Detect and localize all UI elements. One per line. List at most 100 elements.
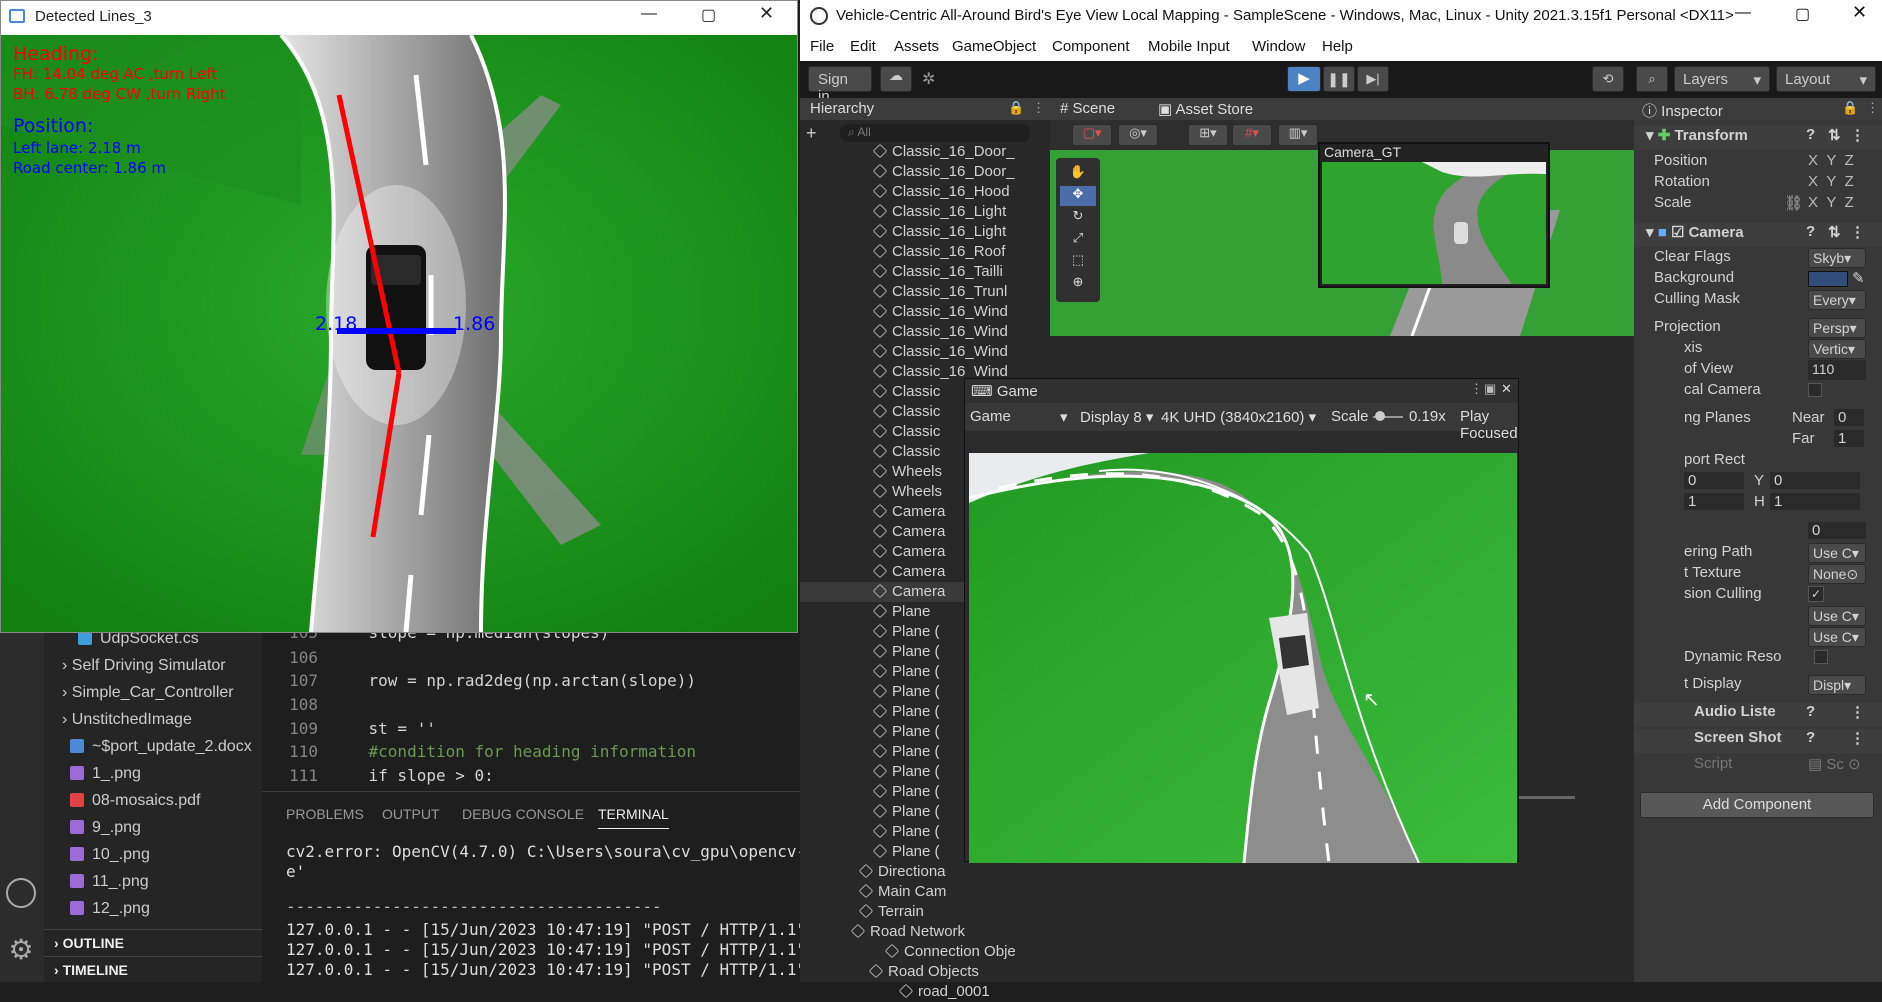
depth-input[interactable]: 0 <box>1808 522 1866 539</box>
pause-button[interactable]: ❚❚ <box>1323 66 1355 92</box>
rendering-path-dropdown[interactable]: Use C▾ <box>1808 543 1866 563</box>
fov-axis-dropdown[interactable]: Vertic▾ <box>1808 339 1866 359</box>
hierarchy-item[interactable]: Directiona <box>800 862 1050 882</box>
camera-header[interactable]: ▾ ■ ☑ Camera? ⇅ ⋮ <box>1634 223 1882 247</box>
settings-gear-icon[interactable]: ⚙ <box>6 935 36 965</box>
timeline-section[interactable]: › TIMELINE <box>44 956 262 983</box>
layout-dropdown[interactable]: Layout ▾ <box>1776 66 1876 92</box>
screen-shot-header[interactable]: Screen Shot? ⋮ <box>1634 729 1882 753</box>
more-icon[interactable]: ⋮ <box>1850 729 1865 747</box>
rect-tool-icon[interactable]: ⬚ <box>1060 252 1096 272</box>
scene-view[interactable]: ✋ ✥ ↻ ⤢ ⬚ ⊕ Camera_GT <box>1050 142 1634 336</box>
transform-tool-icon[interactable]: ⊕ <box>1060 274 1096 294</box>
history-icon[interactable]: ⟲ <box>1592 66 1624 92</box>
step-button[interactable]: ▶| <box>1357 66 1389 92</box>
hierarchy-item[interactable]: Classic_16_Wind <box>800 302 1050 322</box>
hierarchy-item[interactable]: Classic_16_Door_ <box>800 142 1050 162</box>
help-icon[interactable]: ? <box>1806 729 1815 746</box>
help-icon[interactable]: ? <box>1806 223 1815 240</box>
explorer-item[interactable]: 9_.png <box>44 814 262 841</box>
hierarchy-search-input[interactable]: ⌕ All <box>840 124 1030 142</box>
explorer-folder[interactable]: › Self Driving Simulator <box>44 652 262 679</box>
help-icon[interactable]: ? <box>1806 703 1815 720</box>
lock-icon[interactable]: 🔒 <box>1008 100 1024 116</box>
account-icon[interactable] <box>6 878 36 908</box>
more-icon[interactable]: ⋮ <box>1866 100 1879 116</box>
preset-icon[interactable]: ⇅ <box>1828 126 1841 144</box>
viewport-w-input[interactable]: 1 <box>1684 493 1744 510</box>
background-color-swatch[interactable] <box>1808 271 1848 287</box>
cloud-icon[interactable]: ☁ <box>880 66 912 92</box>
hand-tool-icon[interactable]: ✋ <box>1060 164 1096 184</box>
maximize-icon[interactable]: ▢ <box>701 5 716 25</box>
help-icon[interactable]: ? <box>1806 126 1815 143</box>
target-display-dropdown[interactable]: Displ▾ <box>1808 675 1866 695</box>
tab-debug-console[interactable]: DEBUG CONSOLE <box>462 806 584 822</box>
hierarchy-item[interactable]: Classic_16_Roof <box>800 242 1050 262</box>
move-tool-icon[interactable]: ✥ <box>1060 186 1096 206</box>
search-icon[interactable]: ⌕ <box>1636 66 1668 92</box>
menu-mobile-input[interactable]: Mobile Input <box>1148 38 1230 55</box>
close-icon[interactable]: ✕ <box>1852 2 1867 23</box>
hierarchy-item[interactable]: Classic_16_Tailli <box>800 262 1050 282</box>
menu-help[interactable]: Help <box>1322 38 1353 55</box>
hierarchy-item[interactable]: Connection Obje <box>800 942 1050 962</box>
hierarchy-item[interactable]: Classic_16_Hood <box>800 182 1050 202</box>
rotate-tool-icon[interactable]: ↻ <box>1060 208 1096 228</box>
add-component-button[interactable]: Add Component <box>1640 792 1874 818</box>
target-texture-field[interactable]: None⊙ <box>1808 564 1866 584</box>
display-dropdown[interactable]: Display 8 ▾ <box>1080 408 1153 426</box>
hierarchy-item[interactable]: Road Network <box>800 922 1050 942</box>
hierarchy-item[interactable]: Main Cam <box>800 882 1050 902</box>
preset-icon[interactable]: ⇅ <box>1828 223 1841 241</box>
collab-icon[interactable]: ✲ <box>922 69 935 89</box>
far-input[interactable]: 1 <box>1834 430 1864 447</box>
more-icon[interactable]: ⋮ <box>1850 703 1865 721</box>
tab-hierarchy[interactable]: Hierarchy <box>810 100 874 117</box>
audio-listener-header[interactable]: Audio Liste? ⋮ <box>1634 703 1882 727</box>
add-object-button[interactable]: + <box>806 123 817 144</box>
hdr-dropdown[interactable]: Use C▾ <box>1808 606 1866 626</box>
explorer-folder[interactable]: › UnstitchedImage <box>44 706 262 733</box>
hierarchy-item[interactable]: Classic_16_Door_ <box>800 162 1050 182</box>
link-icon[interactable]: ⛓ <box>1784 194 1803 212</box>
more-icon[interactable]: ⋮ <box>1850 223 1865 241</box>
hierarchy-item[interactable]: Classic_16_Wind <box>800 342 1050 362</box>
culling-mask-dropdown[interactable]: Every▾ <box>1808 290 1866 310</box>
close-icon[interactable]: ✕ <box>759 3 774 24</box>
tab-terminal[interactable]: TERMINAL <box>598 806 669 829</box>
fov-input[interactable]: 110 <box>1808 360 1866 380</box>
hierarchy-item[interactable]: Classic_16_Light <box>800 222 1050 242</box>
xyz-fields[interactable]: X Y Z <box>1808 152 1854 169</box>
explorer-item[interactable]: 10_.png <box>44 841 262 868</box>
near-input[interactable]: 0 <box>1834 409 1864 426</box>
projection-dropdown[interactable]: Persp▾ <box>1808 318 1866 338</box>
hierarchy-item[interactable]: Classic_16_Light <box>800 202 1050 222</box>
resolution-dropdown[interactable]: 4K UHD (3840x2160) ▾ <box>1161 408 1316 426</box>
menu-component[interactable]: Component <box>1052 38 1130 55</box>
menu-window[interactable]: Window <box>1252 38 1305 55</box>
outline-section[interactable]: › OUTLINE <box>44 929 262 956</box>
close-icon[interactable]: ✕ <box>1501 381 1512 397</box>
play-button[interactable]: ▶ <box>1287 66 1321 92</box>
gizmo-dropdown[interactable]: ▢▾ <box>1072 124 1112 146</box>
hierarchy-item[interactable]: Classic_16_Trunl <box>800 282 1050 302</box>
layers-dropdown[interactable]: Layers ▾ <box>1674 66 1770 92</box>
clear-flags-dropdown[interactable]: Skyb▾ <box>1808 248 1866 268</box>
hierarchy-item[interactable]: Classic_16_Wind <box>800 322 1050 342</box>
menu-assets[interactable]: Assets <box>894 38 939 55</box>
dynamic-resolution-checkbox[interactable] <box>1814 650 1828 664</box>
tab-game[interactable]: ⌨ Game <box>971 382 1038 400</box>
global-dropdown[interactable]: ◎▾ <box>1118 124 1158 146</box>
tab-output[interactable]: OUTPUT <box>382 806 440 822</box>
explorer-item[interactable]: 08-mosaics.pdf <box>44 787 262 814</box>
lock-icon[interactable]: 🔒 <box>1842 100 1858 116</box>
script-field[interactable]: ▤ Sc ⊙ <box>1808 755 1861 773</box>
menu-file[interactable]: File <box>810 38 834 55</box>
scale-tool-icon[interactable]: ⤢ <box>1060 230 1096 250</box>
increment-dropdown[interactable]: ▥▾ <box>1278 124 1318 146</box>
transform-header[interactable]: ▾ ✚ Transform? ⇅ ⋮ <box>1634 126 1882 150</box>
explorer-item[interactable]: 1_.png <box>44 760 262 787</box>
xyz-fields[interactable]: X Y Z <box>1808 173 1854 190</box>
maximize-icon[interactable]: ▣ <box>1484 381 1496 397</box>
